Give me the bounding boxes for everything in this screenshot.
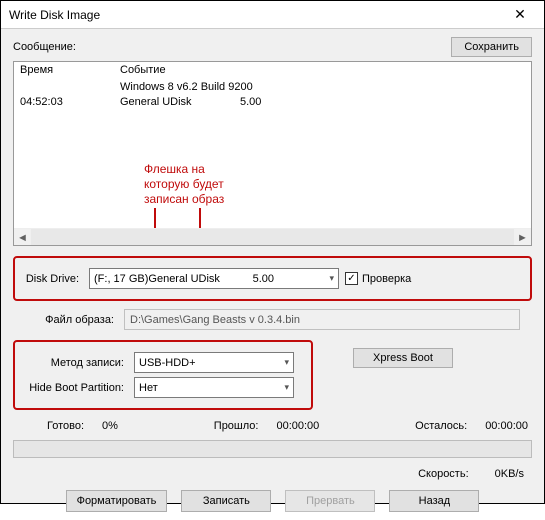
verify-checkbox[interactable]: ✓ Проверка (345, 272, 411, 285)
speed-label: Скорость: (418, 468, 469, 480)
scrollbar-track[interactable] (31, 229, 514, 245)
image-file-field: D:\Games\Gang Beasts v 0.3.4.bin (124, 309, 520, 330)
write-method-label: Метод записи: (23, 357, 128, 369)
disk-drive-select[interactable]: (F:, 17 GB)General UDisk 5.00 ▾ (89, 268, 339, 289)
remain-value: 00:00:00 (485, 420, 528, 432)
speed-value: 0KB/s (495, 468, 524, 480)
window-title: Write Disk Image (9, 8, 500, 22)
save-button[interactable]: Сохранить (451, 37, 532, 57)
scroll-right-icon[interactable]: ► (514, 229, 531, 246)
log-panel: Время Событие Windows 8 v6.2 Build 9200 … (13, 61, 532, 246)
hide-boot-select[interactable]: Нет ▾ (134, 377, 294, 398)
log-time: 04:52:03 (20, 95, 120, 110)
write-button[interactable]: Записать (181, 490, 271, 512)
scrollbar-horizontal[interactable]: ◄ ► (14, 228, 531, 245)
highlight-disk-drive: Disk Drive: (F:, 17 GB)General UDisk 5.0… (13, 256, 532, 301)
done-value: 0% (102, 420, 118, 432)
titlebar: Write Disk Image ✕ (1, 1, 544, 29)
log-row: Windows 8 v6.2 Build 9200 (20, 80, 525, 95)
col-event: Событие (120, 64, 166, 76)
format-button[interactable]: Форматировать (66, 490, 168, 512)
annotation-line (154, 208, 156, 228)
abort-button: Прервать (285, 490, 375, 512)
disk-drive-val: 5.00 (253, 273, 274, 285)
disk-drive-name: (F:, 17 GB)General UDisk (94, 273, 220, 285)
log-row: 04:52:03 General UDisk 5.00 (20, 95, 525, 110)
verify-label: Проверка (362, 273, 411, 285)
disk-drive-label: Disk Drive: (23, 273, 83, 285)
log-event: Windows 8 v6.2 Build 9200 (120, 80, 253, 95)
col-time: Время (20, 64, 120, 76)
annotation-text: Флешка на которую будет записан образ (144, 162, 224, 207)
scroll-left-icon[interactable]: ◄ (14, 229, 31, 246)
window: Write Disk Image ✕ Сообщение: Сохранить … (0, 0, 545, 504)
close-icon[interactable]: ✕ (500, 3, 540, 27)
speed-row: Скорость: 0KB/s (13, 468, 524, 480)
progress-bar (13, 440, 532, 458)
remain-label: Осталось: (415, 420, 467, 432)
annotation-line (199, 208, 201, 228)
check-icon: ✓ (345, 272, 358, 285)
chevron-down-icon: ▾ (284, 382, 289, 393)
hide-boot-label: Hide Boot Partition: (23, 382, 128, 394)
message-label: Сообщение: (13, 41, 451, 53)
button-row: Форматировать Записать Прервать Назад (13, 490, 532, 512)
log-event: General UDisk 5.00 (120, 95, 261, 110)
status-row: Готово: 0% Прошло: 00:00:00 Осталось: 00… (13, 420, 532, 432)
xpress-boot-button[interactable]: Xpress Boot (353, 348, 453, 368)
log-header: Время Событие (14, 62, 531, 78)
done-label: Готово: (47, 420, 84, 432)
write-method-select[interactable]: USB-HDD+ ▾ (134, 352, 294, 373)
chevron-down-icon: ▾ (284, 357, 289, 368)
elapsed-value: 00:00:00 (276, 420, 319, 432)
back-button[interactable]: Назад (389, 490, 479, 512)
elapsed-label: Прошло: (214, 420, 259, 432)
image-file-label: Файл образа: (13, 314, 118, 326)
highlight-write-method: Метод записи: USB-HDD+ ▾ Hide Boot Parti… (13, 340, 313, 410)
chevron-down-icon: ▾ (329, 273, 334, 284)
log-time (20, 80, 120, 95)
